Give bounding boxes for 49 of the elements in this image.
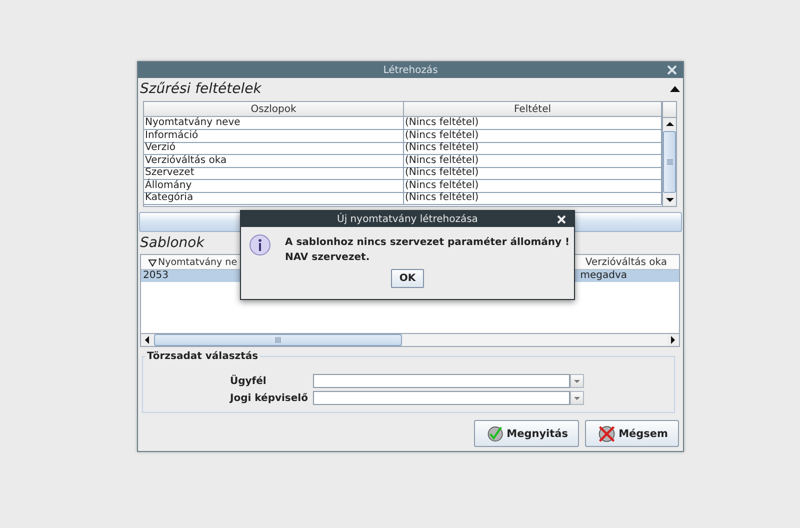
table-cell: (Nincs feltétel) — [404, 192, 662, 205]
table-cell: (Nincs feltétel) — [404, 167, 662, 180]
table-cell: Verzió — [144, 142, 404, 155]
table-cell: (Nincs feltétel) — [404, 142, 662, 155]
scroll-down-button[interactable] — [663, 194, 676, 206]
table-cell: Állomány — [144, 180, 404, 192]
table-cell: Kategória — [144, 192, 404, 205]
combo-field[interactable] — [312, 374, 570, 388]
dropdown-button[interactable] — [570, 374, 584, 388]
table-cell: (Nincs feltétel) — [404, 180, 662, 192]
field-label: Jogi képviselő — [230, 392, 308, 404]
dialog-title: Új nyomtatvány létrehozása — [337, 214, 478, 224]
cross-icon — [598, 425, 615, 442]
field-label: Ügyfél — [230, 376, 268, 386]
table-cell: Szervezet — [144, 167, 404, 180]
scroll-up-button[interactable] — [663, 118, 676, 130]
table-cell: Nyomtatvány neve — [144, 117, 404, 130]
column-header[interactable]: Feltétel — [404, 102, 662, 117]
check-icon — [488, 426, 503, 441]
table-cell: (Nincs feltétel) — [404, 117, 662, 130]
table-cell: (Nincs feltétel) — [404, 154, 662, 168]
scroll-right-button[interactable] — [667, 334, 679, 346]
close-icon[interactable] — [557, 215, 566, 224]
caret-icon — [572, 378, 581, 384]
cancel-button[interactable]: Mégsem — [585, 420, 679, 447]
column-header-label: Nyomtatvány ne — [158, 256, 238, 268]
open-button[interactable]: Megnyitás — [474, 420, 579, 447]
ok-button[interactable]: OK — [391, 269, 424, 288]
dropdown-button[interactable] — [570, 391, 584, 405]
section-title: Szűrési feltételek — [140, 80, 262, 96]
vertical-scrollbar[interactable] — [662, 102, 676, 206]
section-title: Sablonok — [140, 234, 204, 253]
table-cell-text: 2053 — [142, 270, 170, 282]
info-icon — [250, 234, 270, 256]
dialog-message: A sablonhoz nincs szervezet paraméter állomány ! NAV szervezet. — [285, 236, 570, 265]
collapse-icon[interactable] — [670, 84, 680, 94]
scroll-left-button[interactable] — [141, 334, 153, 346]
combo-field[interactable] — [312, 391, 570, 405]
column-header[interactable]: Oszlopok — [144, 102, 404, 117]
caret-icon — [572, 395, 581, 401]
table-cell: (Nincs feltétel) — [404, 130, 662, 142]
table-cell: megadva — [580, 270, 627, 282]
panel-title: Törzsadat választás — [146, 351, 260, 362]
scrollbar-thumb[interactable] — [154, 334, 402, 346]
table-cell: Információ — [144, 130, 404, 142]
scrollbar-thumb[interactable] — [663, 131, 676, 193]
table-cell: Verzióváltás oka — [144, 154, 404, 168]
horizontal-scrollbar[interactable] — [141, 333, 679, 346]
window-title: Létrehozás — [383, 64, 438, 76]
